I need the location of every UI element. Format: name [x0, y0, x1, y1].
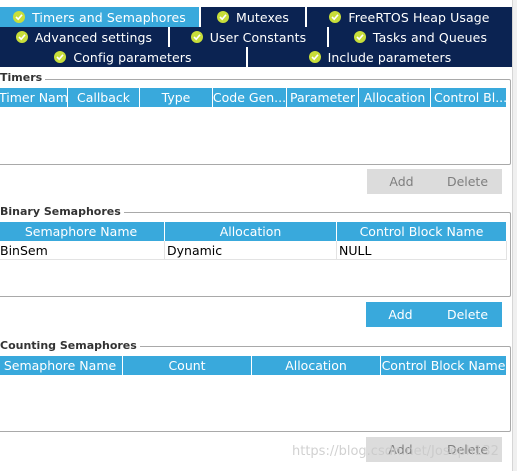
timers-group-title: Timers	[0, 71, 46, 84]
counting-table-header: Semaphore Name Count Allocation Control …	[0, 356, 507, 375]
binary-table-header: Semaphore Name Allocation Control Block …	[0, 222, 507, 241]
binary-semaphores-title: Binary Semaphores	[0, 205, 124, 218]
scrollbar[interactable]	[512, 0, 517, 471]
allocation-cell[interactable]: Dynamic	[165, 241, 337, 260]
tab-config-parameters[interactable]: Config parameters	[0, 47, 248, 67]
tab-include-parameters[interactable]: Include parameters	[248, 47, 512, 67]
col-timer-name[interactable]: Timer Name	[0, 88, 68, 107]
col-parameter[interactable]: Parameter	[287, 88, 359, 107]
col-type[interactable]: Type	[140, 88, 213, 107]
check-circle-icon	[329, 11, 342, 23]
col-semaphore-name[interactable]: Semaphore Name	[0, 356, 123, 375]
tab-label: Include parameters	[327, 49, 452, 65]
tab-label: Advanced settings	[34, 29, 153, 45]
tab-label: User Constants	[209, 29, 307, 45]
col-count[interactable]: Count	[123, 356, 252, 375]
tab-row-2: Advanced settings User Constants Tasks a…	[0, 27, 512, 47]
timers-table-header: Timer Name Callback Type Code Gen... Par…	[0, 88, 507, 107]
binary-delete-button[interactable]: Delete	[433, 302, 502, 327]
watermark-text: https://blog.csdn.net/Joseph132	[292, 444, 499, 459]
tab-mutexes[interactable]: Mutexes	[201, 7, 307, 27]
check-circle-icon	[217, 11, 229, 23]
col-control-block-name[interactable]: Control Block Name	[337, 222, 507, 241]
tab-row-1: Timers and Semaphores Mutexes FreeRTOS H…	[0, 7, 512, 27]
tab-label: Timers and Semaphores	[32, 9, 186, 25]
tab-row-3: Config parameters Include parameters	[0, 47, 512, 67]
binary-add-button[interactable]: Add	[366, 302, 435, 327]
col-semaphore-name[interactable]: Semaphore Name	[0, 222, 165, 241]
tab-user-constants[interactable]: User Constants	[170, 27, 329, 47]
col-callback[interactable]: Callback	[68, 88, 140, 107]
timers-add-button[interactable]: Add	[367, 169, 436, 194]
col-allocation[interactable]: Allocation	[165, 222, 337, 241]
check-circle-icon	[13, 11, 26, 23]
check-circle-icon	[308, 51, 321, 63]
tab-label: Mutexes	[236, 9, 289, 25]
tab-label: Tasks and Queues	[372, 29, 488, 45]
tab-label: FreeRTOS Heap Usage	[348, 9, 490, 25]
col-allocation[interactable]: Allocation	[359, 88, 431, 107]
check-circle-icon	[353, 31, 366, 43]
check-circle-icon	[190, 31, 203, 43]
col-allocation[interactable]: Allocation	[252, 356, 381, 375]
tab-timers-and-semaphores[interactable]: Timers and Semaphores	[0, 7, 201, 27]
tab-label: Config parameters	[73, 49, 192, 65]
check-circle-icon	[54, 51, 67, 63]
tab-advanced-settings[interactable]: Advanced settings	[0, 27, 170, 47]
col-code-gen[interactable]: Code Gen...	[213, 88, 287, 107]
timers-delete-button[interactable]: Delete	[433, 169, 502, 194]
col-control-block-name[interactable]: Control Block Name	[381, 356, 507, 375]
tab-tasks-and-queues[interactable]: Tasks and Queues	[329, 27, 512, 47]
counting-semaphores-title: Counting Semaphores	[0, 339, 140, 352]
semaphore-name-cell[interactable]: BinSem	[0, 241, 165, 260]
check-circle-icon	[15, 31, 28, 43]
tab-freertos-heap-usage[interactable]: FreeRTOS Heap Usage	[307, 7, 512, 27]
col-control-block[interactable]: Control Bl...	[431, 88, 507, 107]
table-row[interactable]: BinSem Dynamic NULL	[0, 241, 507, 260]
control-block-cell[interactable]: NULL	[337, 241, 507, 260]
